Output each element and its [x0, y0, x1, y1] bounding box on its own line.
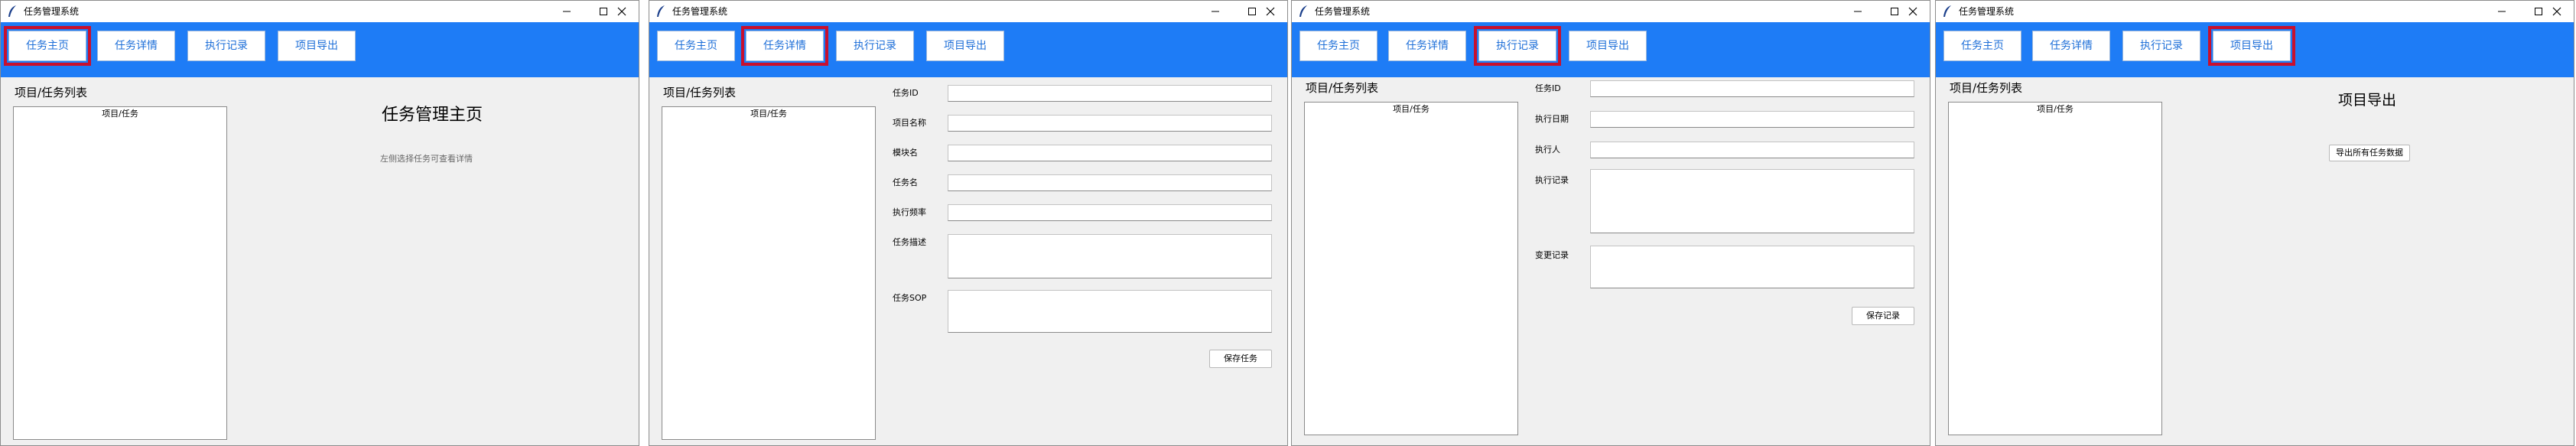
export-all-button[interactable]: 导出所有任务数据: [2329, 145, 2410, 161]
save-task-button[interactable]: 保存任务: [1209, 350, 1272, 368]
task-name-field[interactable]: [948, 174, 1272, 191]
close-button[interactable]: [1895, 1, 1930, 22]
close-icon: [2552, 7, 2561, 16]
window-records: 任务管理系统 任务主页 任务详情 执行记录 项目导出 项目/任务列表 项目/任务…: [1291, 0, 1930, 446]
home-hint: 左侧选择任务可查看详情: [380, 154, 473, 164]
frequency-field[interactable]: [948, 204, 1272, 221]
task-id-field[interactable]: [1590, 80, 1914, 97]
window-home: 任务管理系统 任务主页 任务详情 执行记录 项目导出 项目/任务列表 项目/任务…: [0, 0, 639, 446]
minimize-icon: [2498, 11, 2506, 12]
task-tree[interactable]: 项目/任务: [1948, 102, 2162, 435]
tab-records[interactable]: 执行记录: [2122, 31, 2200, 61]
tab-export[interactable]: 项目导出: [2208, 26, 2295, 66]
tab-records[interactable]: 执行记录: [187, 31, 265, 61]
date-field[interactable]: [1590, 111, 1914, 128]
task-tree[interactable]: 项目/任务: [1304, 102, 1518, 435]
tab-home[interactable]: 任务主页: [657, 31, 735, 61]
executor-field[interactable]: [1590, 142, 1914, 158]
minimize-icon: [1854, 11, 1862, 12]
nav-bar: 任务主页 任务详情 执行记录 项目导出: [1936, 22, 2574, 77]
feather-icon: [1299, 5, 1307, 17]
title-bar: 任务管理系统: [1292, 1, 1930, 22]
feather-icon: [1943, 5, 1951, 17]
task-tree[interactable]: 项目/任务: [662, 106, 876, 440]
save-record-button[interactable]: 保存记录: [1852, 307, 1914, 325]
minimize-button[interactable]: [2483, 1, 2520, 22]
description-label: 任务描述: [893, 237, 926, 247]
module-label: 模块名: [893, 148, 918, 158]
close-button[interactable]: [2539, 1, 2574, 22]
close-button[interactable]: [603, 1, 639, 22]
tab-home[interactable]: 任务主页: [1299, 31, 1377, 61]
close-icon: [617, 7, 626, 16]
project-name-label: 项目名称: [893, 118, 926, 128]
minimize-icon: [563, 11, 571, 12]
sop-label: 任务SOP: [893, 293, 927, 303]
window-title: 任务管理系统: [24, 6, 80, 17]
minimize-button[interactable]: [1197, 1, 1234, 22]
task-name-label: 任务名: [893, 177, 918, 187]
sop-textarea[interactable]: [948, 290, 1272, 333]
title-bar: 任务管理系统: [1936, 1, 2574, 22]
nav-bar: 任务主页 任务详情 执行记录 项目导出: [1, 22, 639, 77]
window-detail: 任务管理系统 任务主页 任务详情 执行记录 项目导出 项目/任务列表 项目/任务…: [649, 0, 1288, 446]
window-title: 任务管理系统: [672, 6, 728, 17]
tab-export[interactable]: 项目导出: [1569, 31, 1647, 61]
sidebar-heading: 项目/任务列表: [15, 86, 88, 99]
tab-detail[interactable]: 任务详情: [1388, 31, 1466, 61]
module-field[interactable]: [948, 145, 1272, 161]
project-name-field[interactable]: [948, 115, 1272, 132]
exec-record-textarea[interactable]: [1590, 169, 1914, 233]
tab-home[interactable]: 任务主页: [1943, 31, 2021, 61]
window-export: 任务管理系统 任务主页 任务详情 执行记录 项目导出 项目/任务列表 项目/任务…: [1935, 0, 2574, 446]
minimize-button[interactable]: [548, 1, 585, 22]
tree-header[interactable]: 项目/任务: [1949, 104, 2161, 115]
sidebar-heading: 项目/任务列表: [1306, 81, 1379, 95]
close-icon: [1266, 7, 1275, 16]
frequency-label: 执行频率: [893, 207, 926, 217]
tab-detail[interactable]: 任务详情: [2032, 31, 2110, 61]
tree-header[interactable]: 项目/任务: [662, 109, 875, 119]
title-bar: 任务管理系统: [649, 1, 1287, 22]
tab-detail[interactable]: 任务详情: [741, 26, 828, 66]
task-id-label: 任务ID: [893, 88, 919, 98]
tab-export[interactable]: 项目导出: [278, 31, 356, 61]
home-title: 任务管理主页: [382, 106, 483, 125]
close-icon: [1908, 7, 1917, 16]
close-button[interactable]: [1252, 1, 1287, 22]
feather-icon: [8, 5, 16, 17]
task-id-label: 任务ID: [1535, 83, 1561, 93]
tab-home[interactable]: 任务主页: [4, 26, 91, 66]
window-title: 任务管理系统: [1959, 6, 2015, 17]
nav-bar: 任务主页 任务详情 执行记录 项目导出: [1292, 22, 1930, 77]
description-textarea[interactable]: [948, 234, 1272, 278]
export-title: 项目导出: [2338, 92, 2397, 109]
nav-bar: 任务主页 任务详情 执行记录 项目导出: [649, 22, 1287, 77]
tab-detail[interactable]: 任务详情: [97, 31, 175, 61]
minimize-icon: [1212, 11, 1219, 12]
tab-export[interactable]: 项目导出: [926, 31, 1004, 61]
tree-header[interactable]: 项目/任务: [1305, 104, 1517, 115]
window-title: 任务管理系统: [1315, 6, 1371, 17]
change-record-textarea[interactable]: [1590, 246, 1914, 288]
tree-header[interactable]: 项目/任务: [14, 109, 226, 119]
date-label: 执行日期: [1535, 114, 1569, 124]
task-id-field[interactable]: [948, 85, 1272, 102]
title-bar: 任务管理系统: [1, 1, 639, 22]
minimize-button[interactable]: [1839, 1, 1876, 22]
tab-records[interactable]: 执行记录: [1474, 26, 1561, 66]
change-record-label: 变更记录: [1535, 250, 1569, 260]
feather-icon: [657, 5, 665, 17]
tab-records[interactable]: 执行记录: [836, 31, 914, 61]
sidebar-heading: 项目/任务列表: [663, 86, 737, 99]
task-tree[interactable]: 项目/任务: [13, 106, 227, 440]
sidebar-heading: 项目/任务列表: [1950, 81, 2023, 95]
executor-label: 执行人: [1535, 145, 1560, 155]
exec-record-label: 执行记录: [1535, 175, 1569, 185]
